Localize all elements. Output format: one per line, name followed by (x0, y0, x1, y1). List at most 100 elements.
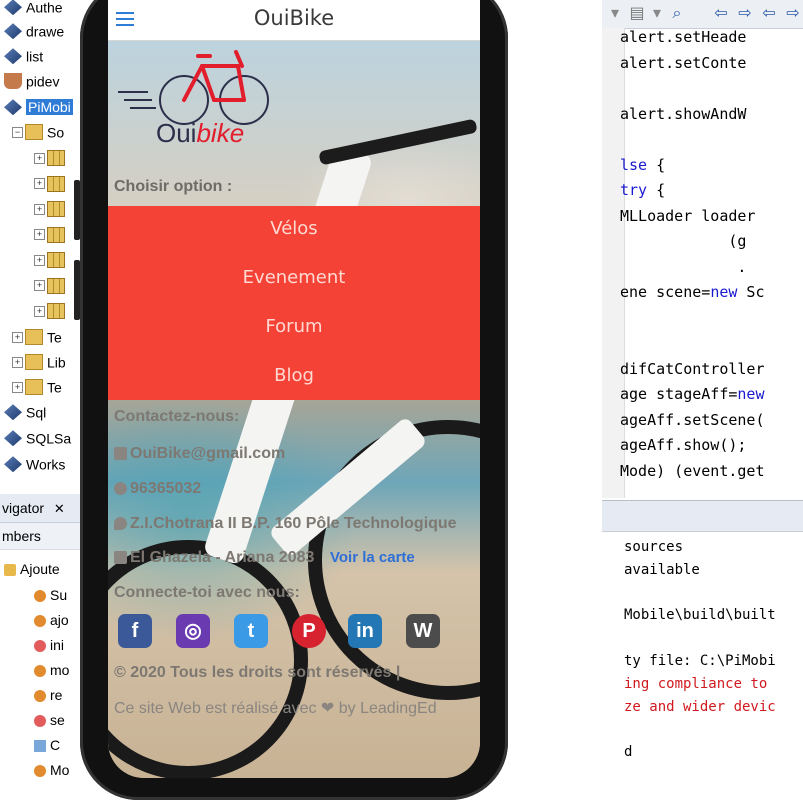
package-icon (47, 252, 65, 269)
package-row[interactable]: + (34, 298, 69, 322)
member-item[interactable]: re (34, 684, 62, 706)
tree-item-label: PiMobi (26, 99, 73, 116)
member-item[interactable]: mo (34, 659, 69, 681)
menu-item-blog[interactable]: Blog (108, 365, 480, 386)
navigator-tab-label: vigator (2, 500, 45, 516)
close-icon[interactable]: ✕ (54, 501, 65, 516)
output-line: ty file: C:\PiMobi (624, 653, 776, 669)
collapse-icon[interactable]: − (12, 126, 23, 138)
app-bar: OuiBike (108, 0, 480, 41)
navigator-panel: vigator ✕ mbers Ajoute Su ajo ini mo re se C Mo (0, 494, 84, 778)
tree-item[interactable]: + Te (12, 324, 62, 348)
package-icon (47, 201, 65, 218)
forward-icon[interactable]: ⇨ (736, 4, 754, 22)
package-row[interactable]: + (34, 247, 69, 271)
back-icon[interactable]: ⇦ (760, 4, 778, 22)
forward-icon[interactable]: ⇨ (784, 4, 802, 22)
tree-item-label: Te (47, 329, 62, 346)
menu-item-evenement[interactable]: Evenement (108, 267, 480, 288)
expand-icon[interactable]: + (34, 229, 45, 241)
tree-item[interactable]: pidev (4, 68, 59, 92)
member-icon (34, 640, 46, 653)
expand-icon[interactable]: + (34, 152, 45, 164)
facebook-icon[interactable]: f (118, 614, 152, 648)
tree-item-label: Sql (26, 404, 47, 421)
code-line: alert.showAndW (620, 104, 747, 123)
tree-item-label: pidev (26, 73, 60, 90)
dropdown-icon[interactable]: ▾ (648, 4, 666, 22)
linkedin-icon[interactable]: in (348, 614, 382, 648)
package-row[interactable]: + (34, 171, 69, 195)
member-item[interactable]: C (34, 734, 60, 756)
history-icon[interactable]: ▤ (628, 4, 646, 22)
menu-item-forum[interactable]: Forum (108, 316, 480, 337)
logo-text: Ouibike (156, 118, 244, 149)
project-icon (4, 99, 22, 116)
copyright-text: © 2020 Tous les droits sont réservés | (114, 664, 401, 681)
tree-item[interactable]: drawe (4, 18, 64, 42)
expand-icon[interactable]: + (12, 381, 23, 393)
members-dropdown[interactable]: mbers (0, 523, 84, 550)
tree-item[interactable]: list (4, 43, 43, 67)
expand-icon[interactable]: + (12, 331, 23, 343)
expand-icon[interactable]: + (34, 280, 45, 292)
output-tabs (602, 501, 803, 532)
package-row[interactable]: + (34, 145, 69, 169)
pinterest-icon[interactable]: P (292, 614, 326, 648)
tree-item-label: Works (26, 456, 66, 473)
code-area[interactable]: alert.setHeade alert.setConte alert.showAn… (602, 28, 803, 498)
tree-item[interactable]: Authe (4, 0, 63, 18)
class-node[interactable]: Ajoute (4, 558, 60, 580)
back-icon[interactable]: ⇦ (712, 4, 730, 22)
contact-address: Z.I.Chotrana II B.P. 160 Pôle Technologi… (114, 515, 457, 533)
library-icon (25, 379, 43, 396)
member-label: ajo (50, 612, 69, 628)
dropdown-icon[interactable]: ▾ (606, 4, 624, 22)
menu-item-velos[interactable]: Vélos (108, 218, 480, 239)
tree-item-label: drawe (26, 23, 65, 40)
tree-item[interactable]: Sql (4, 399, 46, 423)
search-icon[interactable]: ⌕ (668, 4, 686, 22)
tree-item[interactable]: PiMobi (4, 94, 73, 118)
expand-icon[interactable]: + (34, 254, 45, 266)
tree-item[interactable]: + Lib (12, 349, 66, 373)
expand-icon[interactable]: + (12, 356, 23, 368)
package-row[interactable]: + (34, 273, 69, 297)
instagram-icon[interactable]: ◎ (176, 614, 210, 648)
code-line: MLLoader loader (620, 206, 756, 225)
member-item[interactable]: ini (34, 634, 64, 656)
navigator-tab[interactable]: vigator ✕ (0, 494, 84, 523)
twitter-icon[interactable]: t (234, 614, 268, 648)
project-icon (4, 456, 22, 473)
code-line: (g (620, 232, 747, 250)
connect-title: Connecte-toi avec nous: (114, 584, 300, 601)
package-row[interactable]: + (34, 196, 69, 220)
logo-bike: bike (196, 118, 245, 148)
package-row[interactable]: + (34, 222, 69, 246)
member-label: mo (50, 662, 70, 678)
expand-icon[interactable]: + (34, 178, 45, 190)
member-item[interactable]: Mo (34, 759, 69, 778)
tree-item[interactable]: − So (12, 119, 64, 143)
member-item[interactable]: ajo (34, 609, 69, 631)
member-icon (34, 765, 46, 778)
member-item[interactable]: Su (34, 584, 67, 606)
output-line: ing compliance to (624, 675, 768, 692)
member-icon (34, 665, 46, 678)
expand-icon[interactable]: + (34, 203, 45, 215)
member-item[interactable]: se (34, 709, 65, 731)
code-line: difCatController (620, 359, 765, 378)
map-link[interactable]: Voir la carte (330, 549, 415, 566)
tree-item[interactable]: Works (4, 451, 65, 475)
project-icon (4, 0, 22, 16)
output-line: ze and wider devic (624, 698, 776, 715)
class-icon (4, 564, 16, 577)
made-with-text: Ce site Web est réalisé avec ❤ by Leadin… (114, 700, 437, 717)
tree-item[interactable]: SQLSa (4, 425, 71, 449)
tree-item[interactable]: + Te (12, 374, 62, 398)
expand-icon[interactable]: + (34, 305, 45, 317)
code-line: ageAff.setScene( (620, 410, 765, 429)
contact-title: Contactez-nous: (114, 408, 240, 425)
phone-text: 96365032 (130, 480, 202, 497)
wordpress-icon[interactable]: W (406, 614, 440, 648)
